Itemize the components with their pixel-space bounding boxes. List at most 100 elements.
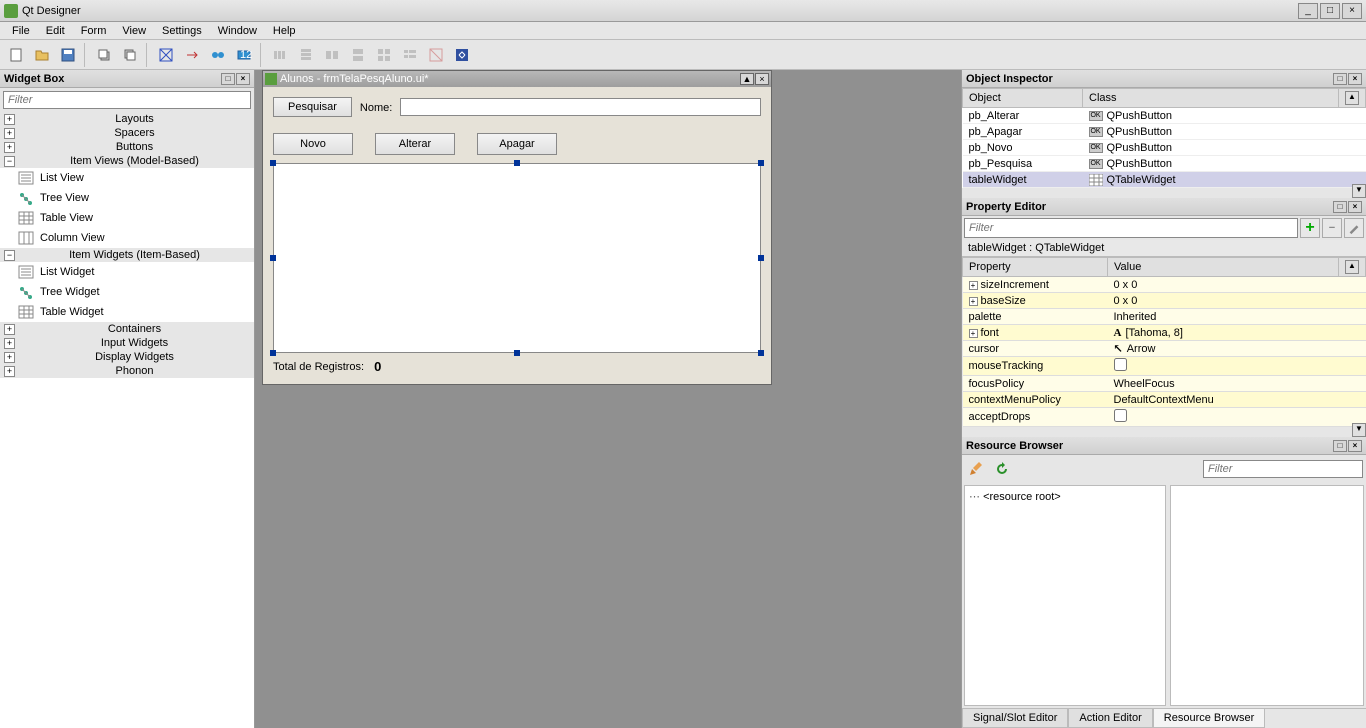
scroll-up-icon[interactable]: ▲ <box>1345 91 1359 105</box>
object-row[interactable]: pb_AlterarOKQPushButton <box>963 108 1366 124</box>
expand-icon[interactable]: + <box>969 329 978 338</box>
widget-item[interactable]: Table View <box>0 208 254 228</box>
widget-category[interactable]: +Spacers <box>0 126 254 140</box>
expand-icon[interactable]: + <box>4 128 15 139</box>
form-window[interactable]: Alunos - frmTelaPesqAluno.ui* ▲ × Pesqui… <box>262 70 772 385</box>
edit-tab-order-button[interactable]: 123 <box>232 43 256 67</box>
form-maximize-button[interactable]: ▲ <box>740 73 754 85</box>
dock-float-button[interactable]: □ <box>221 73 235 85</box>
bring-front-button[interactable] <box>118 43 142 67</box>
pesquisar-button[interactable]: Pesquisar <box>273 97 352 117</box>
property-row[interactable]: acceptDrops <box>963 408 1366 427</box>
alterar-button[interactable]: Alterar <box>375 133 455 155</box>
scroll-down-icon[interactable]: ▼ <box>1352 184 1366 198</box>
layout-h-button[interactable] <box>268 43 292 67</box>
menu-settings[interactable]: Settings <box>154 23 210 39</box>
expand-icon[interactable]: + <box>4 338 15 349</box>
menu-edit[interactable]: Edit <box>38 23 73 39</box>
menu-form[interactable]: Form <box>73 23 115 39</box>
expand-icon[interactable]: + <box>969 297 978 306</box>
novo-button[interactable]: Novo <box>273 133 353 155</box>
widget-filter-input[interactable] <box>3 91 251 109</box>
form-titlebar[interactable]: Alunos - frmTelaPesqAluno.ui* ▲ × <box>263 71 771 87</box>
edit-signals-button[interactable] <box>180 43 204 67</box>
tab-signal-slot[interactable]: Signal/Slot Editor <box>962 709 1068 728</box>
collapse-icon[interactable]: − <box>4 250 15 261</box>
object-row[interactable]: pb_ApagarOKQPushButton <box>963 124 1366 140</box>
expand-icon[interactable]: + <box>4 142 15 153</box>
property-row[interactable]: paletteInherited <box>963 309 1366 325</box>
widget-category[interactable]: −Item Views (Model-Based) <box>0 154 254 168</box>
property-row[interactable]: mouseTracking <box>963 357 1366 376</box>
tab-resource-browser[interactable]: Resource Browser <box>1153 709 1265 728</box>
widget-item[interactable]: List Widget <box>0 262 254 282</box>
design-canvas[interactable]: Alunos - frmTelaPesqAluno.ui* ▲ × Pesqui… <box>255 70 961 728</box>
dock-float-button[interactable]: □ <box>1333 440 1347 452</box>
add-property-button[interactable]: + <box>1300 218 1320 238</box>
configure-button[interactable] <box>1344 218 1364 238</box>
dock-close-button[interactable]: × <box>1348 73 1362 85</box>
maximize-button[interactable]: □ <box>1320 3 1340 19</box>
edit-resource-button[interactable] <box>965 458 987 480</box>
minimize-button[interactable]: _ <box>1298 3 1318 19</box>
layout-vsplit-button[interactable] <box>346 43 370 67</box>
property-row[interactable]: focusPolicyWheelFocus <box>963 376 1366 392</box>
widget-category[interactable]: +Display Widgets <box>0 350 254 364</box>
edit-buddies-button[interactable] <box>206 43 230 67</box>
widget-category[interactable]: +Containers <box>0 322 254 336</box>
property-filter-input[interactable] <box>964 218 1298 238</box>
widget-tree[interactable]: +Layouts+Spacers+Buttons−Item Views (Mod… <box>0 112 254 728</box>
expand-icon[interactable]: + <box>4 366 15 377</box>
widget-category[interactable]: −Item Widgets (Item-Based) <box>0 248 254 262</box>
widget-category[interactable]: +Layouts <box>0 112 254 126</box>
apagar-button[interactable]: Apagar <box>477 133 557 155</box>
widget-item[interactable]: Tree View <box>0 188 254 208</box>
form-close-button[interactable]: × <box>755 73 769 85</box>
dock-float-button[interactable]: □ <box>1333 201 1347 213</box>
expand-icon[interactable]: + <box>4 114 15 125</box>
expand-icon[interactable]: + <box>969 281 978 290</box>
nome-input[interactable] <box>400 98 761 116</box>
layout-form-button[interactable] <box>398 43 422 67</box>
break-layout-button[interactable] <box>424 43 448 67</box>
menu-help[interactable]: Help <box>265 23 304 39</box>
open-button[interactable] <box>30 43 54 67</box>
object-inspector-table[interactable]: Object Class ▲ pb_AlterarOKQPushButtonpb… <box>962 88 1366 188</box>
table-widget[interactable] <box>273 163 761 353</box>
object-row[interactable]: pb_PesquisaOKQPushButton <box>963 156 1366 172</box>
widget-item[interactable]: List View <box>0 168 254 188</box>
property-row[interactable]: +fontA[Tahoma, 8] <box>963 325 1366 341</box>
dock-float-button[interactable]: □ <box>1333 73 1347 85</box>
layout-hsplit-button[interactable] <box>320 43 344 67</box>
property-row[interactable]: cursor↖Arrow <box>963 341 1366 357</box>
expand-icon[interactable]: + <box>4 324 15 335</box>
scroll-down-icon[interactable]: ▼ <box>1352 423 1366 437</box>
close-button[interactable]: × <box>1342 3 1362 19</box>
resource-filter-input[interactable] <box>1203 460 1363 478</box>
scroll-up-icon[interactable]: ▲ <box>1345 260 1359 274</box>
object-row[interactable]: pb_NovoOKQPushButton <box>963 140 1366 156</box>
reload-button[interactable] <box>991 458 1013 480</box>
remove-property-button[interactable]: − <box>1322 218 1342 238</box>
widget-item[interactable]: Tree Widget <box>0 282 254 302</box>
adjust-size-button[interactable] <box>450 43 474 67</box>
menu-window[interactable]: Window <box>210 23 265 39</box>
resource-tree[interactable]: ⋯ <resource root> <box>964 485 1166 706</box>
dock-close-button[interactable]: × <box>1348 440 1362 452</box>
send-back-button[interactable] <box>92 43 116 67</box>
widget-item[interactable]: Column View <box>0 228 254 248</box>
layout-grid-button[interactable] <box>372 43 396 67</box>
object-row[interactable]: tableWidgetQTableWidget <box>963 172 1366 188</box>
widget-category[interactable]: +Input Widgets <box>0 336 254 350</box>
property-row[interactable]: +baseSize0 x 0 <box>963 293 1366 309</box>
save-button[interactable] <box>56 43 80 67</box>
property-table[interactable]: Property Value ▲ +sizeIncrement0 x 0+bas… <box>962 257 1366 427</box>
property-row[interactable]: +sizeIncrement0 x 0 <box>963 277 1366 293</box>
expand-icon[interactable]: + <box>4 352 15 363</box>
menu-view[interactable]: View <box>114 23 154 39</box>
menu-file[interactable]: File <box>4 23 38 39</box>
layout-v-button[interactable] <box>294 43 318 67</box>
property-row[interactable]: contextMenuPolicyDefaultContextMenu <box>963 392 1366 408</box>
dock-close-button[interactable]: × <box>1348 201 1362 213</box>
tab-action-editor[interactable]: Action Editor <box>1068 709 1152 728</box>
